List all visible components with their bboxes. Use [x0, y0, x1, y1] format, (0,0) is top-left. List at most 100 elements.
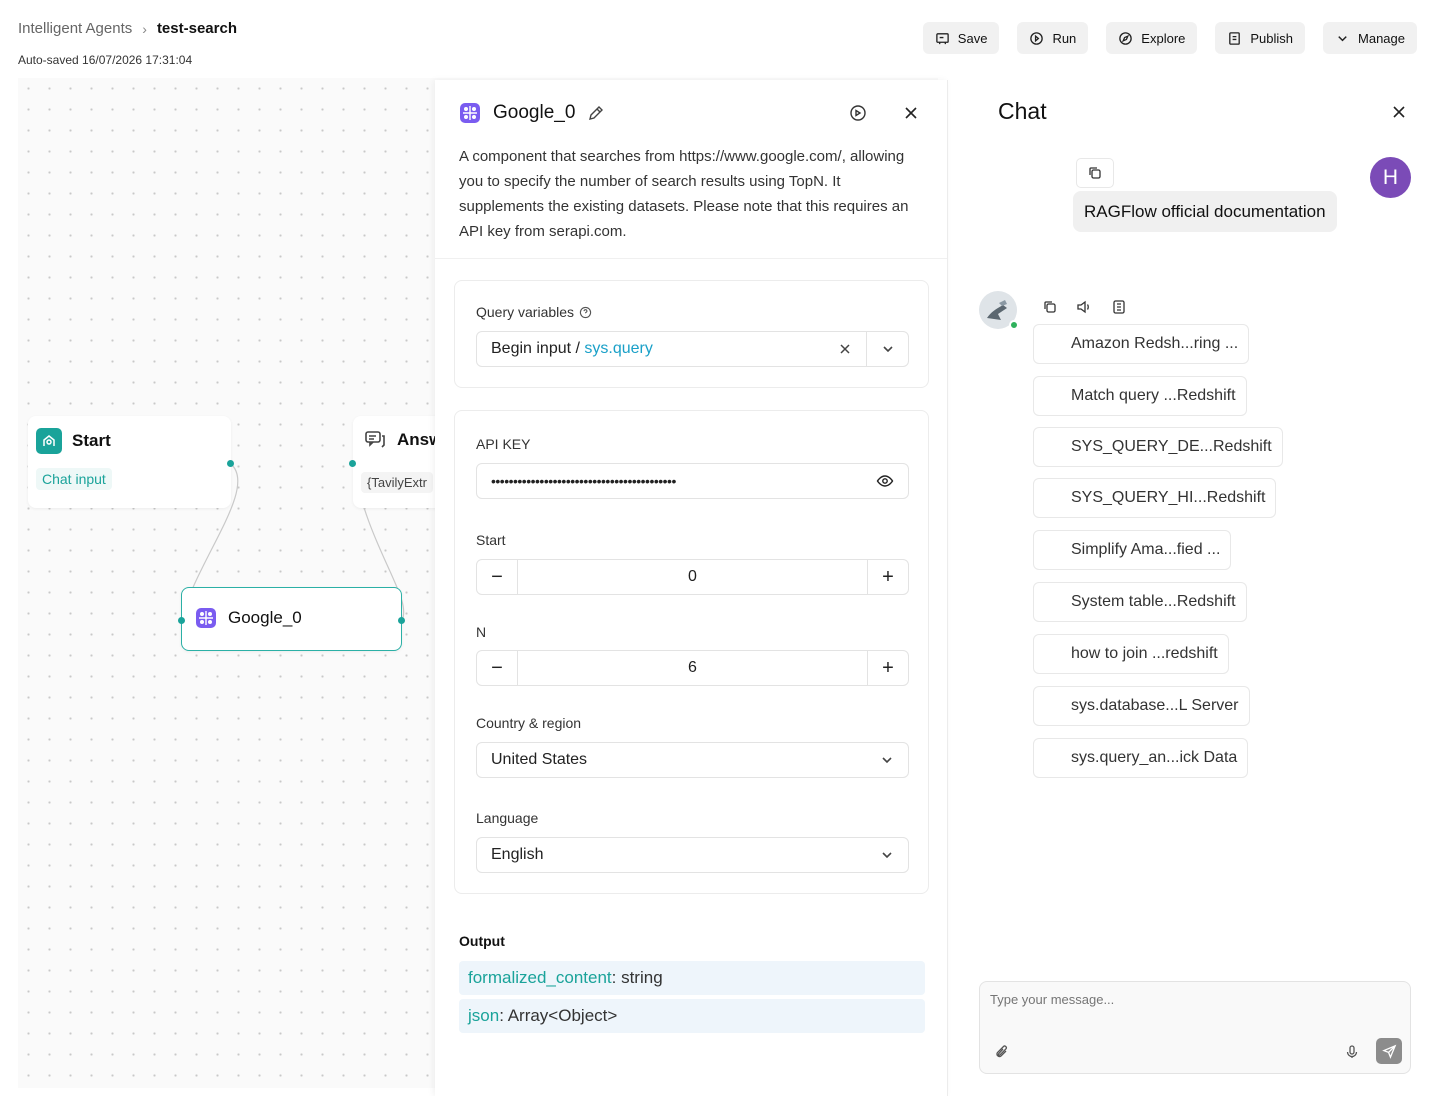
help-icon[interactable]: [579, 306, 592, 319]
reference-chip[interactable]: System table...Redshift: [1033, 582, 1247, 622]
chevron-down-icon: [882, 852, 892, 859]
send-button[interactable]: [1376, 1038, 1402, 1064]
start-node-subtitle: Chat input: [36, 468, 112, 490]
google-node-icon: [194, 606, 218, 630]
publish-button[interactable]: Publish: [1215, 22, 1306, 54]
compass-icon: [1119, 31, 1133, 45]
reference-chip[interactable]: sys.database...L Server: [1033, 686, 1250, 726]
reference-chip[interactable]: SYS_QUERY_DE...Redshift: [1033, 427, 1283, 467]
query-value: Begin input / sys.query: [491, 340, 653, 358]
start-node[interactable]: Start Chat input: [28, 416, 234, 508]
autosave-status: Auto-saved 16/07/2026 17:31:04: [18, 53, 193, 67]
attachment-icon[interactable]: [994, 1044, 1010, 1065]
google-node[interactable]: Google_0: [178, 587, 405, 651]
settings-card: API KEY ••••••••••••••••••••••••••••••••…: [454, 410, 929, 894]
user-message-bubble: RAGFlow official documentation: [1073, 191, 1337, 232]
output-heading: Output: [459, 933, 505, 949]
output-row: formalized_content : string: [459, 961, 925, 995]
document-icon: [1229, 31, 1241, 45]
country-value: United States: [491, 751, 588, 768]
output-type: : Array<Object>: [499, 1006, 618, 1025]
copy-icon: [1044, 301, 1056, 313]
breadcrumb-separator: ›: [142, 20, 147, 37]
eye-icon[interactable]: [876, 472, 894, 490]
query-value-prefix: Begin input /: [491, 340, 585, 357]
publish-label: Publish: [1250, 30, 1294, 46]
run-label: Run: [1052, 30, 1077, 46]
start-decrement-button[interactable]: −: [477, 560, 517, 594]
language-select[interactable]: English: [476, 837, 909, 873]
reference-chip[interactable]: Amazon Redsh...ring ...: [1033, 324, 1250, 364]
answer-node-input-port[interactable]: [349, 460, 356, 467]
copy-message-button[interactable]: [1076, 158, 1114, 188]
manage-label: Manage: [1358, 30, 1405, 46]
read-aloud-button[interactable]: [1067, 292, 1101, 322]
n-label: N: [476, 624, 487, 640]
top-bar: Intelligent Agents › test-search Auto-sa…: [0, 0, 1435, 76]
message-composer: [979, 981, 1411, 1074]
start-node-title: Start: [72, 431, 111, 450]
run-button[interactable]: Run: [1017, 22, 1089, 54]
divider: [435, 258, 947, 259]
reference-chip[interactable]: how to join ...redshift: [1033, 634, 1229, 674]
reference-chip[interactable]: Match query ...Redshift: [1033, 376, 1247, 416]
component-description: A component that searches from https://w…: [459, 148, 909, 240]
n-stepper: − 6 +: [476, 650, 909, 686]
reference-chip[interactable]: Simplify Ama...fied ...: [1033, 530, 1232, 570]
close-chat-icon[interactable]: [1390, 103, 1408, 126]
panel-title: Google_0: [493, 102, 576, 123]
breadcrumb-current: test-search: [156, 20, 237, 37]
start-node-icon: [36, 428, 62, 454]
close-panel-icon[interactable]: [902, 104, 920, 127]
google-node-output-port[interactable]: [398, 617, 405, 624]
breadcrumb-parent[interactable]: Intelligent Agents: [18, 20, 132, 37]
api-key-label: API KEY: [476, 436, 531, 452]
save-label: Save: [957, 30, 988, 46]
document-list-icon: [1113, 300, 1125, 314]
chevron-down-icon: [1338, 35, 1347, 41]
query-variable-select[interactable]: Begin input / sys.query: [476, 331, 909, 367]
clear-icon[interactable]: [824, 342, 866, 356]
edit-name-icon[interactable]: [587, 104, 605, 122]
save-icon: [936, 32, 949, 44]
copy-icon: [1089, 167, 1101, 179]
query-label-row: Query variables: [476, 304, 592, 320]
start-node-output-port[interactable]: [227, 460, 234, 467]
run-step-icon[interactable]: [849, 104, 867, 127]
query-value-variable: sys.query: [584, 340, 653, 357]
message-input[interactable]: [990, 992, 1400, 1032]
start-value-input[interactable]: 0: [517, 560, 868, 594]
save-button[interactable]: Save: [922, 22, 1000, 54]
chevron-down-icon[interactable]: [866, 332, 908, 366]
google-component-icon: [459, 102, 481, 124]
language-label: Language: [476, 810, 539, 826]
n-value-input[interactable]: 6: [517, 651, 868, 685]
google-node-input-port[interactable]: [178, 617, 185, 624]
country-select[interactable]: United States: [476, 742, 909, 778]
reference-chip[interactable]: sys.query_an...ick Data: [1033, 738, 1249, 778]
query-label: Query variables: [476, 304, 575, 320]
reference-chip[interactable]: SYS_QUERY_HI...Redshift: [1033, 478, 1277, 518]
output-row: json : Array<Object>: [459, 999, 925, 1033]
n-increment-button[interactable]: +: [868, 651, 908, 685]
microphone-icon[interactable]: [1344, 1044, 1360, 1065]
component-config-panel: Google_0 A component that searches from …: [435, 80, 948, 1096]
start-increment-button[interactable]: +: [868, 560, 908, 594]
view-references-button[interactable]: [1102, 292, 1136, 322]
query-card: Query variables Begin input / sys.query: [454, 280, 929, 388]
output-name: json: [468, 1006, 500, 1025]
country-label: Country & region: [476, 715, 582, 731]
explore-label: Explore: [1141, 30, 1186, 46]
start-stepper: − 0 +: [476, 559, 909, 595]
explore-button[interactable]: Explore: [1106, 22, 1198, 54]
chat-panel: Chat RAGFlow official documentation H Am…: [958, 80, 1435, 1096]
manage-button[interactable]: Manage: [1323, 22, 1417, 54]
output-name: formalized_content: [468, 968, 612, 987]
n-decrement-button[interactable]: −: [477, 651, 517, 685]
send-icon: [1381, 1044, 1396, 1059]
chevron-down-icon: [882, 757, 892, 764]
copy-response-button[interactable]: [1033, 292, 1067, 322]
panel-header: Google_0: [459, 102, 605, 124]
api-key-input[interactable]: ••••••••••••••••••••••••••••••••••••••••…: [476, 463, 909, 499]
api-key-value: ••••••••••••••••••••••••••••••••••••••••…: [491, 473, 676, 489]
